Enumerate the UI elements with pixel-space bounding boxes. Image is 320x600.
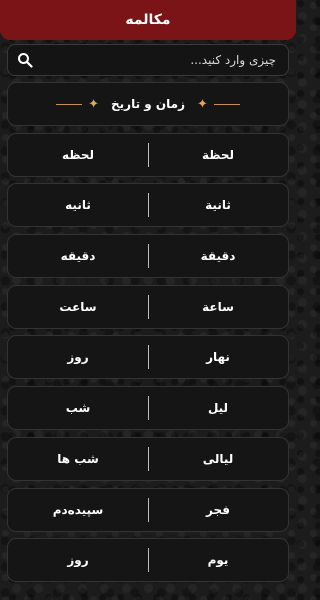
persian-word: روز [67,553,89,568]
column-divider [148,345,149,370]
ornament-line-right [213,103,240,105]
column-divider [148,446,149,471]
phrase-row[interactable]: شب ها ليالى [7,436,289,481]
persian-word: شب [65,401,91,416]
arabic-word: لحظة [201,147,235,162]
diamond-star-icon: ✦ [196,96,208,112]
section-title: زمان و تاریخ [111,97,185,111]
column-divider [148,193,149,218]
arabic-word: ليالى [202,451,234,466]
search-input[interactable] [34,53,280,67]
page-title: مکالمه [125,12,171,28]
column-divider [148,142,149,167]
diamond-star-icon: ✦ [88,96,99,112]
arabic-word: فجر [206,502,230,517]
search-bar [7,44,289,76]
phrase-row[interactable]: ثانیه ثانية [7,183,289,228]
persian-word: روز [67,350,89,365]
column-divider [148,294,149,319]
arabic-word: دقيقة [200,249,236,264]
arabic-word: ساعة [202,299,234,314]
column-divider [148,497,149,522]
column-divider [148,548,149,573]
column-divider [148,244,149,269]
persian-word: دقیقه [60,249,96,264]
phrase-row[interactable]: سپیده‌دم فجر [7,487,289,532]
section-header[interactable]: ✦ زمان و تاریخ ✦ [7,82,289,126]
arabic-word: ثانية [205,198,231,213]
persian-word: لحظه [61,147,95,162]
persian-word: سپیده‌دم [52,502,104,517]
arabic-word: ليل [207,401,229,416]
ornament-line-left [56,103,83,105]
search-icon[interactable] [16,51,34,69]
arabic-word: يوم [207,553,229,568]
phrase-list: ✦ زمان و تاریخ ✦ لحظه لحظة ثانیه ثانية د… [7,82,289,589]
phrase-row[interactable]: شب ليل [7,386,289,431]
persian-word: ثانیه [65,198,91,213]
persian-word: شب ها [57,451,99,466]
arabic-word: نهار [206,350,230,365]
phrase-row[interactable]: ساعت ساعة [7,284,289,329]
app-header: مکالمه [0,0,296,40]
column-divider [148,396,149,421]
phrase-row[interactable]: روز يوم [7,538,289,583]
persian-word: ساعت [59,299,97,314]
phrase-row[interactable]: دقیقه دقيقة [7,234,289,279]
phrase-row[interactable]: لحظه لحظة [7,132,289,177]
phrase-row[interactable]: روز نهار [7,335,289,380]
